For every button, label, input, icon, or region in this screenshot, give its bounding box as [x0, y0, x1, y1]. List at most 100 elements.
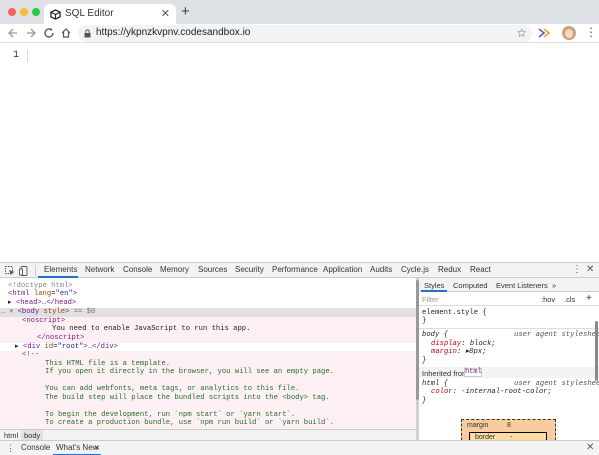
avatar-face	[565, 29, 573, 38]
styles-active-indicator	[421, 290, 447, 292]
inherited-label: Inherited from	[422, 369, 469, 378]
comment-line: The build step will place the bundled sc…	[45, 394, 330, 402]
devtools-menu-icon[interactable]: ⋮	[572, 264, 582, 275]
drawer-close-icon[interactable]: ✕	[586, 442, 594, 453]
comment-line: If you open it directly in the browser, …	[45, 368, 334, 376]
drawer-menu-icon[interactable]: ⋮	[6, 443, 15, 454]
css-declaration[interactable]: color: -internal-root-color;	[431, 388, 552, 396]
browser-tab[interactable]: SQL Editor ✕	[44, 4, 176, 24]
tab-close-icon[interactable]: ✕	[161, 7, 170, 20]
drawer-tab-close-icon[interactable]: ✕	[94, 444, 100, 452]
new-tab-button[interactable]: +	[181, 4, 190, 19]
inherited-tag[interactable]: html	[464, 368, 482, 377]
head-node[interactable]: ▸ <head>…</head>	[8, 299, 76, 307]
breadcrumb: html body	[0, 429, 416, 440]
selected-node-marker: == $0	[73, 308, 96, 316]
breadcrumb-body[interactable]: body	[24, 431, 40, 440]
reload-icon[interactable]	[43, 27, 55, 39]
devtools-close-icon[interactable]: ✕	[586, 264, 594, 275]
styles-pane: Styles Computed Event Listeners » Filter…	[419, 278, 599, 441]
devtools-tab-redux[interactable]: Redux	[438, 265, 461, 274]
window-close-button[interactable]	[8, 8, 16, 16]
devtools-tab-cyclejs[interactable]: Cycle.js	[401, 265, 429, 274]
margin-label: margin	[467, 422, 489, 429]
tab-event-listeners[interactable]: Event Listeners	[496, 281, 548, 290]
css-declaration[interactable]: margin: ▸8px;	[431, 348, 486, 356]
inherited-section-header: Inherited from html	[419, 367, 599, 378]
head-node-text: <head>…</head>	[15, 299, 77, 307]
breadcrumb-html[interactable]: html	[4, 431, 18, 440]
styles-filter-input[interactable]: Filter	[422, 295, 439, 304]
element-style-selector[interactable]: element.style {	[422, 309, 487, 317]
drawer-tab-console[interactable]: Console	[21, 443, 50, 452]
html-lang-value: "en"	[55, 290, 73, 298]
devtools-tab-elements[interactable]: Elements	[44, 265, 77, 274]
editor-caret	[27, 50, 28, 62]
home-icon[interactable]	[60, 27, 72, 39]
devtools-tab-sources[interactable]: Sources	[198, 265, 227, 274]
css-property-name: display	[431, 340, 462, 348]
new-rule-button[interactable]: +	[586, 293, 592, 304]
devtools-tab-react[interactable]: React	[470, 265, 491, 274]
expand-arrow-icon[interactable]: ▸	[15, 343, 23, 351]
back-arrow-icon[interactable]	[7, 27, 19, 39]
codesandbox-favicon-icon	[50, 9, 61, 20]
devtools-tab-bar: Elements Network Console Memory Sources …	[0, 263, 599, 278]
devtools-tab-performance[interactable]: Performance	[272, 265, 318, 274]
window-minimize-button[interactable]	[20, 8, 28, 16]
devtools-tab-network[interactable]: Network	[85, 265, 114, 274]
profile-avatar[interactable]	[562, 26, 576, 40]
box-model-margin[interactable]: margin 8 border -	[461, 419, 556, 441]
extension-icon[interactable]	[538, 27, 551, 39]
inspect-element-icon[interactable]	[5, 266, 15, 276]
styles-scrollbar[interactable]	[595, 321, 598, 381]
devtools-tab-console[interactable]: Console	[123, 265, 152, 274]
device-toolbar-icon[interactable]	[19, 266, 29, 276]
margin-value[interactable]: 8	[507, 422, 511, 429]
hover-state-toggle[interactable]: :hov	[541, 295, 555, 304]
page-content[interactable]: 1	[0, 44, 599, 262]
css-property-value: -internal-root-color;	[461, 388, 552, 396]
devtools-tab-security[interactable]: Security	[235, 265, 264, 274]
body-tag-name: body	[21, 308, 40, 316]
forward-arrow-icon[interactable]	[25, 27, 37, 39]
html-rule-close: }	[422, 397, 427, 405]
html-tag-name: html	[12, 290, 30, 298]
class-toggle[interactable]: .cls	[564, 295, 575, 304]
node-actions-icon[interactable]: … ▾	[1, 308, 18, 316]
devtools-tab-application[interactable]: Application	[323, 265, 362, 274]
comment-line: To create a production bundle, use `npm …	[45, 419, 334, 427]
html-lang-attr: lang	[33, 290, 52, 298]
box-model-diagram: margin 8 border -	[419, 411, 599, 441]
css-property-value: block;	[469, 340, 496, 348]
devtools-tab-audits[interactable]: Audits	[370, 265, 392, 274]
body-rule-close: }	[422, 357, 427, 365]
noscript-close-node[interactable]: </noscript>	[37, 334, 84, 342]
rule-separator	[419, 328, 599, 329]
noscript-text-node[interactable]: You need to enable JavaScript to run thi…	[52, 325, 250, 333]
window-maximize-button[interactable]	[32, 8, 40, 16]
browser-menu-icon[interactable]: ⋮	[585, 26, 597, 39]
html-node[interactable]: <html lang="en">	[8, 290, 77, 298]
user-agent-label: user agent stylesheet	[514, 331, 599, 339]
body-style-attr: style	[43, 308, 66, 316]
body-rule-selector[interactable]: body {	[422, 331, 448, 339]
more-tabs-icon[interactable]: »	[552, 281, 556, 290]
styles-tab-bar: Styles Computed Event Listeners »	[419, 278, 599, 292]
address-bar[interactable]: https://ykpnzkvpnv.codesandbox.io ☆	[78, 25, 532, 42]
url-text[interactable]: https://ykpnzkvpnv.codesandbox.io	[96, 27, 250, 38]
comment-open-node[interactable]: <!--	[22, 351, 39, 359]
devtools-tab-memory[interactable]: Memory	[160, 265, 189, 274]
div-id-attr: id	[44, 343, 54, 351]
expand-arrow-icon[interactable]: ▸	[8, 299, 16, 307]
tab-computed[interactable]: Computed	[453, 281, 488, 290]
editor-line-number: 1	[13, 50, 20, 61]
browser-toolbar: https://ykpnzkvpnv.codesandbox.io ☆ ⋮	[0, 24, 599, 43]
bookmark-star-icon[interactable]: ☆	[516, 26, 527, 40]
tab-styles[interactable]: Styles	[424, 281, 444, 290]
div-id-value: "root"	[57, 343, 84, 351]
body-node[interactable]: … ▾ <body style> == $0	[1, 308, 95, 316]
element-style-close: }	[422, 317, 427, 325]
elements-tree[interactable]: <!doctype html> <html lang="en"> ▸ <head…	[0, 279, 416, 429]
drawer-tab-whats-new[interactable]: What's New	[56, 443, 98, 452]
